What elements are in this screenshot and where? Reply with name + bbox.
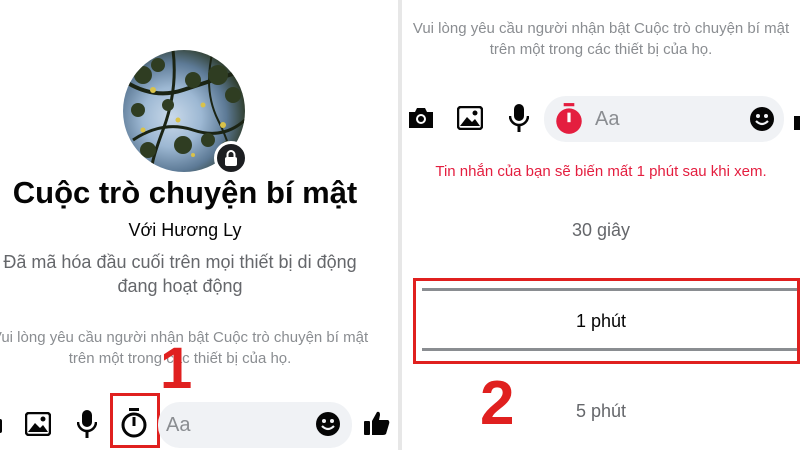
image-icon[interactable] bbox=[456, 104, 484, 132]
message-input-placeholder: Aa bbox=[595, 108, 620, 130]
image-icon[interactable] bbox=[24, 410, 52, 438]
encryption-line-1: Đã mã hóa đầu cuối trên mọi thiết bị di … bbox=[3, 252, 357, 272]
selection-highlight-box bbox=[413, 278, 800, 364]
microphone-icon[interactable] bbox=[506, 102, 532, 134]
recipient-name: Với Hương Ly bbox=[128, 220, 242, 240]
option-30-seconds[interactable]: 30 giây bbox=[402, 220, 800, 241]
camera-icon[interactable] bbox=[0, 412, 12, 438]
timer-active-icon[interactable] bbox=[550, 100, 588, 138]
encryption-line-2: đang hoạt động bbox=[117, 276, 243, 296]
step-number-2: 2 bbox=[480, 369, 515, 438]
microphone-icon[interactable] bbox=[74, 408, 100, 440]
recipient-hint: Vui lòng yêu cầu người nhận bật Cuộc trò… bbox=[402, 18, 800, 60]
message-input-placeholder: Aa bbox=[166, 414, 191, 436]
hint-line-1: Vui lòng yêu cầu người nhận bật Cuộc trò… bbox=[412, 20, 790, 37]
option-5-minutes[interactable]: 5 phút bbox=[402, 401, 800, 422]
camera-icon[interactable] bbox=[406, 104, 436, 132]
hint-line-2: trên một trong các thiết bị của họ. bbox=[489, 41, 713, 58]
emoji-icon[interactable] bbox=[748, 105, 776, 133]
disappear-notice: Tin nhắn của bạn sẽ biến mất 1 phút sau … bbox=[435, 163, 767, 180]
right-panel: Vui lòng yêu cầu người nhận bật Cuộc trò… bbox=[402, 0, 800, 450]
timer-highlight-box bbox=[110, 393, 160, 448]
thumbs-up-icon[interactable] bbox=[794, 110, 800, 130]
step-number-1: 1 bbox=[160, 336, 193, 401]
left-panel: Cuộc trò chuyện bí mật Với Hương Ly Đã m… bbox=[0, 0, 398, 450]
encryption-notice: Đã mã hóa đầu cuối trên mọi thiết bị di … bbox=[0, 250, 370, 298]
emoji-icon[interactable] bbox=[314, 410, 342, 438]
page-title: Cuộc trò chuyện bí mật bbox=[12, 175, 358, 210]
lock-icon bbox=[214, 141, 248, 175]
thumbs-up-icon[interactable] bbox=[362, 408, 392, 438]
